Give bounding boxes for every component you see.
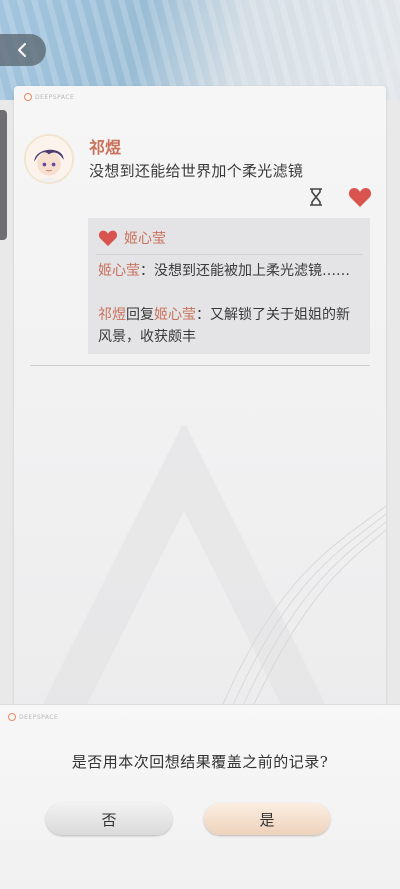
moment-card: DEEPSPACE 祁煜 没想到还能给世界加个柔光滤镜 姬心莹 姬心莹：没想到还…: [14, 86, 386, 726]
reply-target[interactable]: 姬心莹: [154, 307, 196, 323]
dialog-question: 是否用本次回想结果覆盖之前的记录?: [71, 753, 329, 771]
reply-word: 回复: [126, 307, 154, 323]
confirm-dialog: DEEPSPACE 是否用本次回想结果覆盖之前的记录? 否 是: [0, 704, 400, 889]
background-decoration: [36, 426, 386, 726]
heart-icon[interactable]: [348, 186, 372, 208]
app-logo: DEEPSPACE: [24, 92, 74, 102]
likes-row: 姬心莹: [98, 228, 166, 248]
divider: [96, 254, 362, 255]
post-author[interactable]: 祁煜: [89, 134, 121, 158]
comment-section: 姬心莹 姬心莹：没想到还能被加上柔光滤镜…… 祁煜回复姬心莹：又解锁了关于姐姐的…: [88, 218, 370, 354]
post-text: 没想到还能给世界加个柔光滤镜: [89, 162, 304, 180]
liker-name[interactable]: 姬心莹: [124, 228, 166, 248]
chevron-left-icon: [18, 43, 26, 57]
comment-text: ：没想到还能被加上柔光滤镜……: [140, 263, 350, 279]
app-logo: DEEPSPACE: [8, 713, 58, 721]
comment-item[interactable]: 姬心莹：没想到还能被加上柔光滤镜……: [98, 260, 360, 282]
yes-button[interactable]: 是: [204, 803, 330, 835]
hourglass-icon: [310, 188, 322, 206]
scrollbar[interactable]: [0, 110, 7, 240]
comment-author[interactable]: 祁煜: [98, 307, 126, 323]
comment-item[interactable]: 祁煜回复姬心莹：又解锁了关于姐姐的新风景，收获颇丰: [98, 304, 360, 348]
heart-icon: [98, 230, 118, 247]
back-button[interactable]: [0, 34, 46, 66]
divider: [30, 365, 370, 366]
comment-author[interactable]: 姬心莹: [98, 263, 140, 279]
avatar[interactable]: [24, 134, 74, 184]
no-button[interactable]: 否: [46, 803, 172, 835]
header-banner: [0, 0, 400, 100]
